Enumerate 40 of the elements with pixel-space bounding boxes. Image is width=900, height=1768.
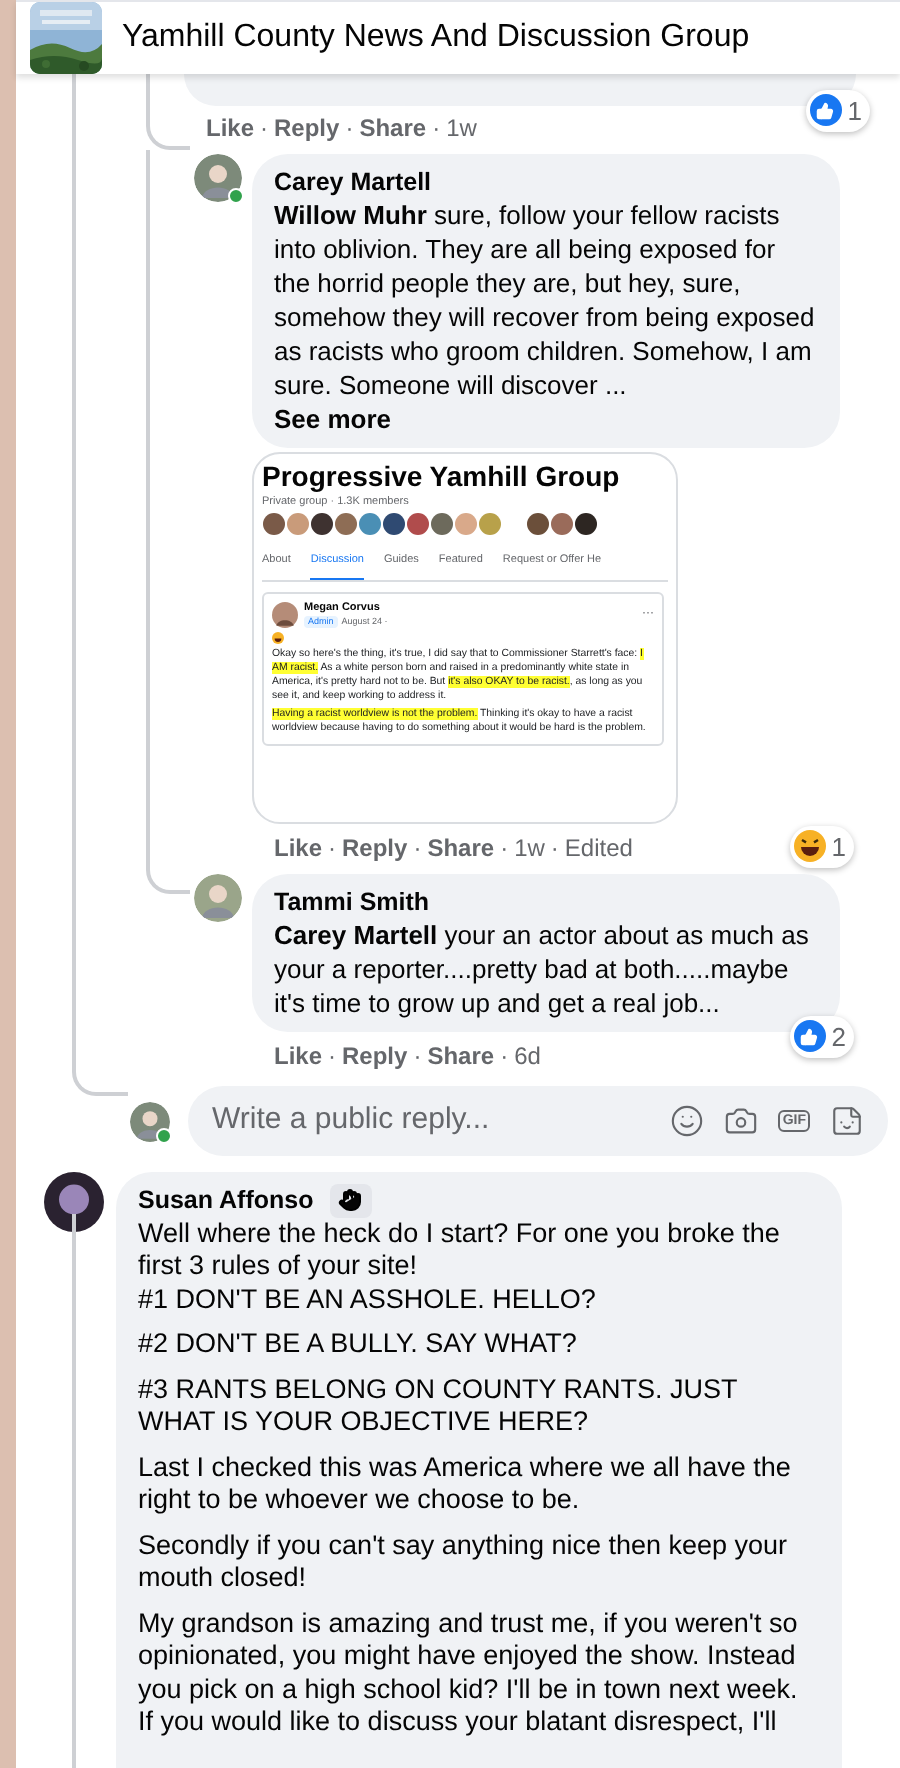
separator-dot: · [260,112,269,146]
comment-action-link[interactable]: Share [359,110,427,146]
reaction-badge[interactable]: 1 [805,89,870,132]
reaction-badge[interactable]: 1 [789,825,854,868]
comment-action-link[interactable]: Reply [342,1038,408,1074]
comment-text: Willow Muhr sure, follow your fellow racists into oblivion. They are all being exposed for the horrid people they are, but hey, sure, somehow they will recover from being exposed as racists who groom children. Somehow, I am sure. Someone will discover ... [274,198,817,402]
separator-dot: · [413,832,422,866]
separator-dot: · [328,832,337,866]
edited-label: Edited [564,832,633,866]
timestamp[interactable]: 1w [446,110,477,146]
comment-action-link[interactable]: Share [427,830,495,866]
comment-action-link[interactable]: Like [274,1038,323,1074]
separator-dot: · [500,832,509,866]
group-name: Progressive Yamhill Group [262,462,622,492]
separator-dot: · [550,832,559,866]
comment-paragraph: #2 DON'T BE A BULLY. SAY WHAT? [138,1328,579,1362]
separator-dot: · [500,1040,509,1074]
comment-paragraph: #3 RANTS BELONG ON COUNTY RANTS. JUST WHAT IS YOUR OBJECTIVE HERE? [138,1373,740,1440]
comment-action-link[interactable]: Reply [342,830,408,866]
timestamp[interactable]: 1w [514,830,545,866]
see-more-link[interactable]: See more [274,402,392,436]
comment-author[interactable]: Tammi Smith [274,886,818,918]
timestamp[interactable]: 6d [514,1038,541,1074]
comment-author[interactable]: Susan Affonso [138,1182,314,1220]
separator-dot: · [432,112,441,146]
separator-dot: · [413,1040,422,1074]
comment-action-link[interactable]: Like [206,110,255,146]
separator-dot: · [328,1040,337,1074]
comment-paragraph: Well where the heck do I start? For one you broke the first 3 rules of your site! #1 DON'T BE AN ASSHOLE. HELLO? [138,1217,782,1317]
reaction-badge[interactable]: 2 [789,1015,854,1058]
comment-author[interactable]: Carey Martell [274,166,818,198]
comment-paragraph: My grandson is amazing and trust me, if you weren't so opinionated, you might have enjoyed the show. Instead you pick on a high school kid? I'll be in town next week. If you would like to discuss your blatant disrespect, I'll [138,1607,800,1740]
separator-dot: · [345,112,354,146]
comment-action-link[interactable]: Share [427,1038,495,1074]
comment-action-link[interactable]: Like [274,830,323,866]
comment-paragraph: Secondly if you can't say anything nice then keep your mouth closed! [138,1529,790,1596]
group-title[interactable]: Yamhill County News And Discussion Group [122,14,750,62]
comment-paragraph: Last I checked this was America where we all have the right to be whoever we choose to be. [138,1451,793,1518]
comment-action-link[interactable]: Reply [274,110,340,146]
comment-text: Carey Martell your an actor about as much as your a reporter....pretty bad at both.....maybe it's time to grow up and get a real job... [274,918,811,1020]
